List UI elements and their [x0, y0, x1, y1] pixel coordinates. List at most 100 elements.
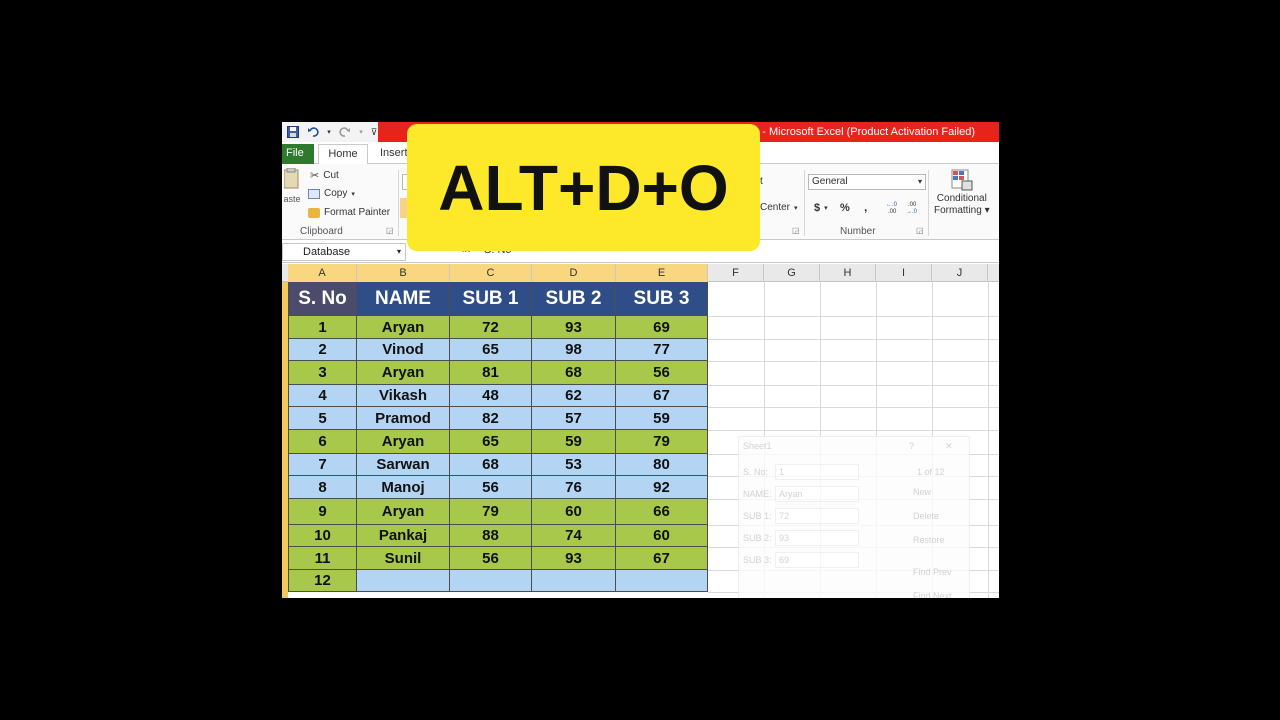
- name-box[interactable]: Database ▾: [282, 243, 406, 261]
- table-cell[interactable]: [450, 570, 532, 592]
- table-cell[interactable]: 69: [616, 316, 708, 339]
- table-cell[interactable]: Sarwan: [357, 454, 450, 476]
- table-cell[interactable]: 56: [450, 547, 532, 570]
- table-cell[interactable]: 5: [288, 407, 357, 430]
- copy-button[interactable]: Copy ▾: [308, 188, 355, 199]
- paste-button[interactable]: aste: [282, 168, 302, 204]
- chevron-down-icon[interactable]: ▾: [326, 125, 332, 139]
- table-cell[interactable]: 1: [288, 316, 357, 339]
- header-cell[interactable]: SUB 1: [450, 282, 532, 316]
- column-header-h[interactable]: H: [820, 264, 876, 282]
- table-cell[interactable]: 4: [288, 385, 357, 407]
- table-cell[interactable]: Pankaj: [357, 525, 450, 547]
- save-icon[interactable]: [286, 125, 300, 139]
- table-cell[interactable]: Aryan: [357, 430, 450, 454]
- customize-toolbar-icon[interactable]: ⊽: [370, 125, 378, 139]
- table-cell[interactable]: 7: [288, 454, 357, 476]
- table-cell[interactable]: 8: [288, 476, 357, 499]
- data-form-button[interactable]: New: [913, 487, 931, 497]
- data-form-button[interactable]: Restore: [913, 535, 945, 545]
- table-cell[interactable]: 88: [450, 525, 532, 547]
- table-cell[interactable]: Manoj: [357, 476, 450, 499]
- column-header-j[interactable]: J: [932, 264, 988, 282]
- table-cell[interactable]: 65: [450, 339, 532, 361]
- table-cell[interactable]: 68: [450, 454, 532, 476]
- table-cell[interactable]: Vikash: [357, 385, 450, 407]
- table-cell[interactable]: [616, 570, 708, 592]
- table-cell[interactable]: 2: [288, 339, 357, 361]
- worksheet-grid[interactable]: ABCDEFGHIJ S. No NAME SUB 1 SUB 2 SUB 3 1 Arya…: [282, 264, 999, 598]
- table-cell[interactable]: 93: [532, 316, 616, 339]
- table-cell[interactable]: [532, 570, 616, 592]
- table-cell[interactable]: 67: [616, 547, 708, 570]
- tab-file[interactable]: File: [282, 144, 314, 164]
- column-header-e[interactable]: E: [616, 264, 708, 282]
- header-cell[interactable]: SUB 2: [532, 282, 616, 316]
- redo-icon[interactable]: [338, 125, 352, 139]
- data-form-field-input[interactable]: 69: [775, 552, 859, 568]
- table-cell[interactable]: 10: [288, 525, 357, 547]
- table-cell[interactable]: 72: [450, 316, 532, 339]
- table-cell[interactable]: 6: [288, 430, 357, 454]
- table-cell[interactable]: 80: [616, 454, 708, 476]
- chevron-down-icon[interactable]: ▾: [358, 125, 364, 139]
- table-cell[interactable]: 59: [616, 407, 708, 430]
- data-form-field-input[interactable]: Aryan: [775, 486, 859, 502]
- table-cell[interactable]: Vinod: [357, 339, 450, 361]
- table-cell[interactable]: 3: [288, 361, 357, 385]
- table-cell[interactable]: 74: [532, 525, 616, 547]
- table-cell[interactable]: 66: [616, 499, 708, 525]
- table-cell[interactable]: 67: [616, 385, 708, 407]
- column-header-a[interactable]: A: [288, 264, 357, 282]
- column-header-c[interactable]: C: [450, 264, 532, 282]
- data-form-button[interactable]: Find Prev: [913, 567, 952, 577]
- comma-button[interactable]: ,: [864, 200, 867, 214]
- clipboard-launcher-icon[interactable]: ◲: [386, 226, 394, 235]
- table-cell[interactable]: 65: [450, 430, 532, 454]
- cut-button[interactable]: ✂ Cut: [310, 169, 339, 182]
- table-cell[interactable]: [357, 570, 450, 592]
- column-header-b[interactable]: B: [357, 264, 450, 282]
- column-header-g[interactable]: G: [764, 264, 820, 282]
- table-cell[interactable]: 9: [288, 499, 357, 525]
- table-cell[interactable]: 59: [532, 430, 616, 454]
- table-cell[interactable]: 60: [616, 525, 708, 547]
- data-form-button[interactable]: Delete: [913, 511, 939, 521]
- close-icon[interactable]: ✕: [945, 441, 953, 452]
- table-cell[interactable]: Aryan: [357, 361, 450, 385]
- table-cell[interactable]: 53: [532, 454, 616, 476]
- table-cell[interactable]: 68: [532, 361, 616, 385]
- table-cell[interactable]: 79: [616, 430, 708, 454]
- help-icon[interactable]: ?: [909, 441, 914, 451]
- table-cell[interactable]: 12: [288, 570, 357, 592]
- table-cell[interactable]: Aryan: [357, 316, 450, 339]
- table-cell[interactable]: 76: [532, 476, 616, 499]
- format-painter-button[interactable]: Format Painter: [308, 207, 390, 218]
- table-cell[interactable]: 57: [532, 407, 616, 430]
- tab-home[interactable]: Home: [318, 144, 368, 164]
- table-cell[interactable]: 77: [616, 339, 708, 361]
- data-form-button[interactable]: Find Next: [913, 591, 952, 598]
- table-cell[interactable]: 79: [450, 499, 532, 525]
- header-cell[interactable]: NAME: [357, 282, 450, 316]
- data-form-field-input[interactable]: 72: [775, 508, 859, 524]
- decrease-decimal-button[interactable]: .00 →.0: [906, 200, 922, 214]
- column-header-i[interactable]: I: [876, 264, 932, 282]
- undo-icon[interactable]: [306, 125, 320, 139]
- table-cell[interactable]: 81: [450, 361, 532, 385]
- table-cell[interactable]: 62: [532, 385, 616, 407]
- data-form-field-input[interactable]: 1: [775, 464, 859, 480]
- table-cell[interactable]: 60: [532, 499, 616, 525]
- column-header-d[interactable]: D: [532, 264, 616, 282]
- table-cell[interactable]: Sunil: [357, 547, 450, 570]
- table-cell[interactable]: 93: [532, 547, 616, 570]
- table-cell[interactable]: Pramod: [357, 407, 450, 430]
- conditional-formatting-button[interactable]: Conditional Formatting ▾: [934, 168, 990, 216]
- table-cell[interactable]: 92: [616, 476, 708, 499]
- table-cell[interactable]: 11: [288, 547, 357, 570]
- header-cell[interactable]: SUB 3: [616, 282, 708, 316]
- column-header-f[interactable]: F: [708, 264, 764, 282]
- merge-center-button[interactable]: Center ▾: [760, 202, 798, 213]
- header-cell[interactable]: S. No: [288, 282, 357, 316]
- number-format-select[interactable]: General ▾: [808, 174, 926, 190]
